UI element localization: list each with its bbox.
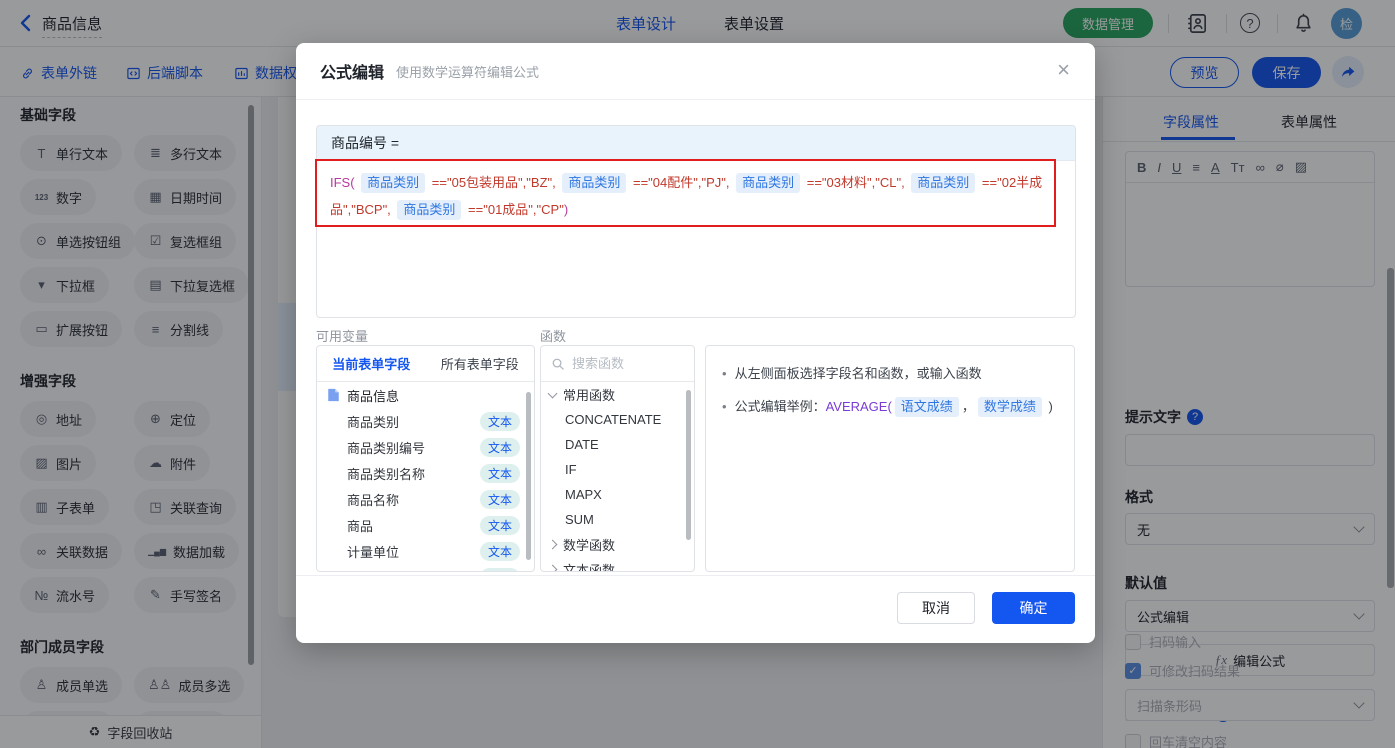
- function-group-expanded[interactable]: 常用函数: [541, 382, 694, 407]
- close-icon[interactable]: ×: [1057, 59, 1070, 81]
- modal-subtitle: 使用数学运算符编辑公式: [396, 62, 539, 81]
- tab-all-form-fields[interactable]: 所有表单字段: [441, 354, 519, 373]
- field-chip: 数学成绩: [978, 397, 1042, 417]
- modal-title: 公式编辑: [320, 59, 384, 83]
- formula-token: ，: [962, 399, 975, 414]
- variable-type-tag: 文本: [480, 568, 520, 573]
- variable-type-tag: 文本: [480, 490, 520, 509]
- form-file-icon: [327, 388, 340, 402]
- function-item[interactable]: IF: [541, 457, 694, 482]
- formula-token: IFS(: [330, 175, 358, 190]
- formula-token: =="04配件","PJ",: [629, 175, 733, 190]
- field-chip: 商品类别: [562, 173, 626, 193]
- variable-row[interactable]: 商品类别名称 文本: [317, 460, 534, 486]
- variable-type-tag: 文本: [480, 438, 520, 457]
- search-icon: [551, 357, 565, 371]
- formula-token: AVERAGE(: [826, 399, 892, 414]
- field-chip: 商品类别: [361, 173, 425, 193]
- formula-token: 公式编辑举例：: [735, 399, 826, 414]
- function-group-collapsed[interactable]: 数学函数: [541, 532, 694, 557]
- formula-token: =="01成品","CP": [464, 202, 563, 217]
- variables-box: 当前表单字段 所有表单字段 商品信息 商品类别文本商品类别编号文本商品类别名称文…: [316, 345, 535, 572]
- field-chip: 语文成绩: [895, 397, 959, 417]
- function-search-input[interactable]: [572, 356, 672, 371]
- variables-label: 可用变量: [316, 326, 368, 345]
- functions-scrollbar[interactable]: [686, 390, 691, 540]
- app: 商品信息 表单设计表单设置 数据管理 ? 检 表单外链后端脚本数据权 预览 保存: [0, 0, 1395, 748]
- formula-tips: •从左侧面板选择字段名和函数，或输入函数 •公式编辑举例：AVERAGE(语文成…: [705, 345, 1075, 572]
- function-item[interactable]: MAPX: [541, 482, 694, 507]
- formula-editor-modal: 公式编辑 使用数学运算符编辑公式 × 商品编号 = IFS( 商品类别 =="0…: [296, 43, 1095, 643]
- tip-line-2: •公式编辑举例：AVERAGE(语文成绩，数学成绩 ): [722, 396, 1058, 417]
- variables-tabs: 当前表单字段 所有表单字段: [317, 346, 534, 382]
- modal-header: 公式编辑 使用数学运算符编辑公式: [296, 43, 1095, 100]
- variable-row[interactable]: 商品名称 文本: [317, 486, 534, 512]
- variables-scrollbar[interactable]: [526, 392, 531, 560]
- variable-name: 商品类别: [347, 412, 399, 431]
- tab-current-form-fields[interactable]: 当前表单字段: [332, 354, 410, 373]
- formula-token: ): [1045, 399, 1053, 414]
- variable-name: 计量单位: [347, 542, 399, 561]
- formula-target: 商品编号 =: [317, 126, 1075, 161]
- variable-type-tag: 文本: [480, 516, 520, 535]
- function-item[interactable]: SUM: [541, 507, 694, 532]
- variable-name: 商品: [347, 516, 373, 535]
- chevron-down-icon: [548, 388, 558, 398]
- functions-label: 函数: [540, 326, 566, 345]
- variables-root[interactable]: 商品信息: [317, 382, 534, 408]
- modal-footer: 取消 确定: [296, 575, 1095, 643]
- confirm-button[interactable]: 确定: [992, 592, 1075, 624]
- field-chip: 商品类别: [911, 173, 975, 193]
- field-chip: 商品类别: [736, 173, 800, 193]
- variable-type-tag: 文本: [480, 542, 520, 561]
- function-search[interactable]: [541, 346, 694, 382]
- variable-name: 商品类别名称: [347, 464, 425, 483]
- variable-name: 商品类别编号: [347, 438, 425, 457]
- function-group-name: 数学函数: [563, 535, 615, 554]
- formula-editor: 商品编号 = IFS( 商品类别 =="05包装用品","BZ", 商品类别 =…: [316, 125, 1076, 318]
- formula-token: =="05包装用品","BZ",: [428, 175, 559, 190]
- tip-line-1: •从左侧面板选择字段名和函数，或输入函数: [722, 363, 1058, 384]
- variable-type-tag: 文本: [480, 412, 520, 431]
- variable-row[interactable]: 商品类别 文本: [317, 408, 534, 434]
- chevron-right-icon: [548, 565, 558, 572]
- formula-input[interactable]: IFS( 商品类别 =="05包装用品","BZ", 商品类别 =="04配件"…: [317, 161, 1075, 233]
- variable-row[interactable]: 计量单位 文本: [317, 538, 534, 564]
- variable-row-clipped[interactable]: 文本: [317, 564, 534, 572]
- function-group-name: 文本函数: [563, 560, 615, 572]
- chevron-right-icon: [548, 540, 558, 550]
- function-item[interactable]: DATE: [541, 432, 694, 457]
- field-chip: 商品类别: [397, 200, 461, 220]
- functions-box: 常用函数 CONCATENATEDATEIFMAPXSUM 数学函数文本函数: [540, 345, 695, 572]
- variable-type-tag: 文本: [480, 464, 520, 483]
- variable-name: 商品名称: [347, 490, 399, 509]
- function-item[interactable]: CONCATENATE: [541, 407, 694, 432]
- function-group-name: 常用函数: [563, 385, 615, 404]
- formula-token: =="03材料","CL",: [803, 175, 908, 190]
- cancel-button[interactable]: 取消: [897, 592, 975, 624]
- variable-row[interactable]: 商品类别编号 文本: [317, 434, 534, 460]
- variable-row[interactable]: 商品 文本: [317, 512, 534, 538]
- formula-token: ): [564, 202, 568, 217]
- function-group-collapsed[interactable]: 文本函数: [541, 557, 694, 572]
